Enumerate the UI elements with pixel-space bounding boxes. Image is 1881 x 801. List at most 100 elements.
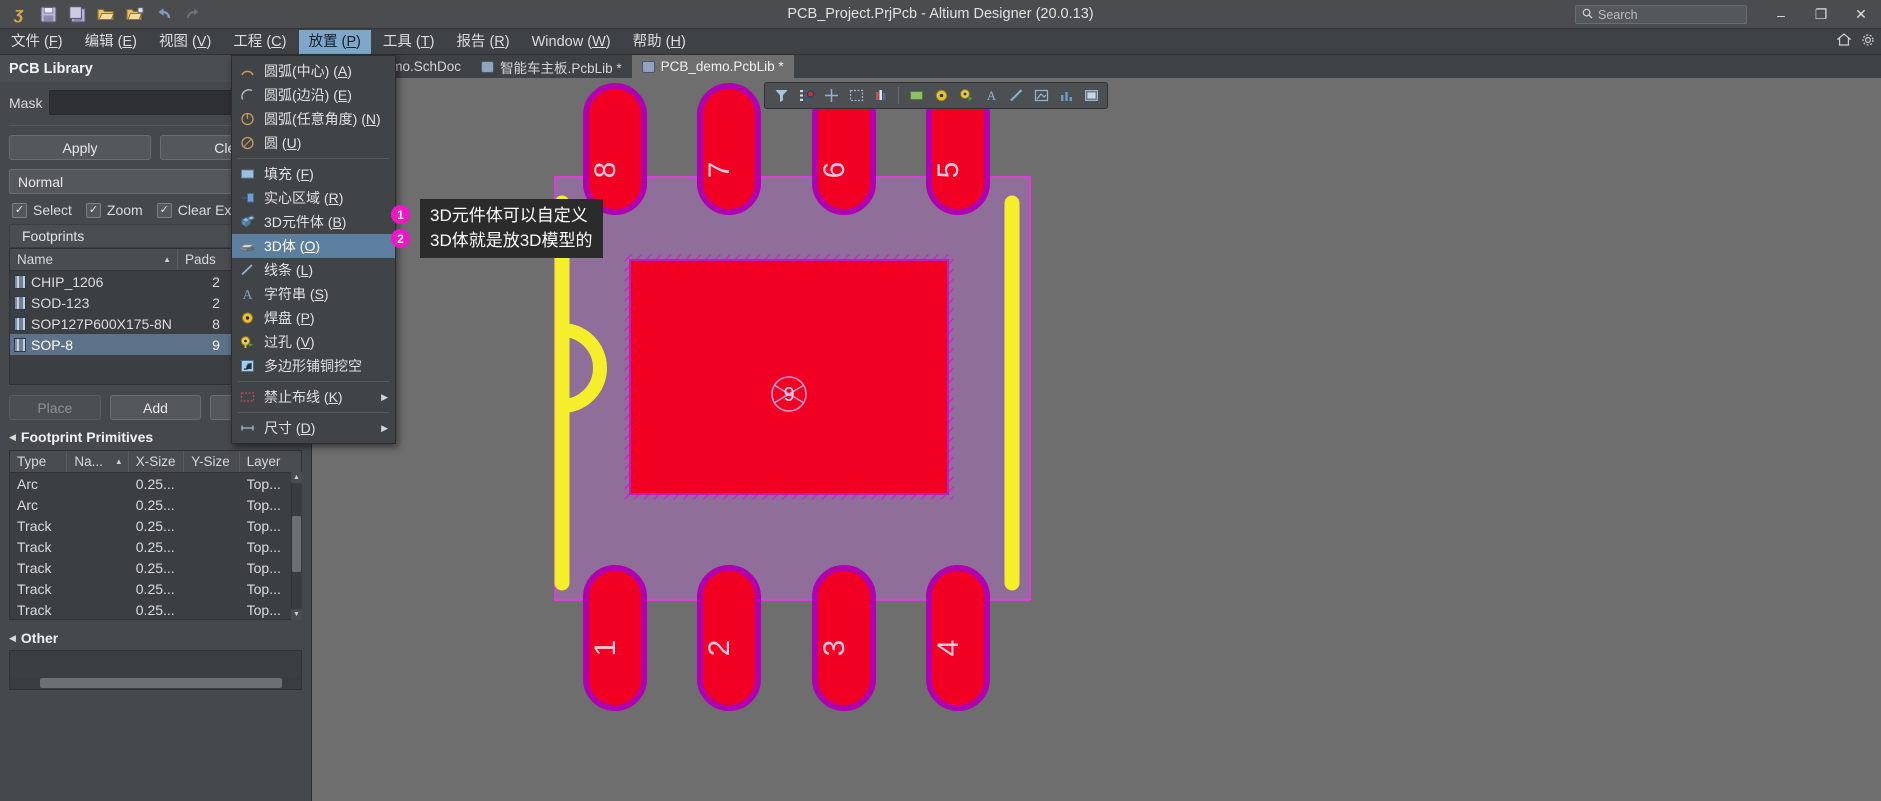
apply-button[interactable]: Apply: [9, 135, 151, 160]
pcb-canvas[interactable]: 9 8 7 6 5 1 2 3 4 A: [312, 78, 1881, 801]
checkbox-select-box[interactable]: ✓: [12, 202, 27, 218]
chart-icon[interactable]: [1055, 85, 1077, 106]
menu-item-3d-body[interactable]: 3D体 (O): [232, 234, 395, 258]
region-icon[interactable]: [1030, 85, 1052, 106]
pad-icon: [236, 309, 258, 327]
pad-label-4: 4: [932, 640, 965, 657]
arrange-icon[interactable]: [795, 85, 817, 106]
redo-icon[interactable]: [180, 3, 206, 26]
primitive-xsize: 0.25...: [135, 559, 175, 576]
checkbox-zoom[interactable]: ✓ Zoom: [85, 202, 143, 218]
primitives-col-layer[interactable]: Layer: [240, 451, 301, 472]
string-icon[interactable]: A: [980, 85, 1002, 106]
primitive-row[interactable]: Track 0.25... Top...: [10, 557, 301, 578]
collapse-triangle-icon[interactable]: ◀: [9, 432, 16, 443]
3d-body-icon[interactable]: [1080, 85, 1102, 106]
search-input[interactable]: Search: [1575, 5, 1747, 24]
menu-item-7[interactable]: Window (W): [522, 30, 621, 54]
document-tab[interactable]: 智能车主板.PcbLib *: [471, 55, 632, 78]
menu-item-label: 过孔 (V): [264, 334, 315, 350]
menu-item-0[interactable]: 文件 (F): [1, 30, 73, 54]
select-area-icon[interactable]: [845, 85, 867, 106]
menu-item-3d-component-body[interactable]: 3D元件体 (B): [232, 210, 395, 234]
primitive-row[interactable]: Arc 0.25... Top...: [10, 494, 301, 515]
add-button[interactable]: Add: [109, 395, 202, 420]
place-button[interactable]: Place: [9, 395, 101, 420]
filter-icon[interactable]: [770, 85, 792, 106]
other-section-title: Other: [20, 630, 59, 646]
altium-logo-icon[interactable]: ʒ: [6, 3, 32, 26]
menu-item-1[interactable]: 编辑 (E): [75, 30, 147, 54]
menu-item-circle[interactable]: 圆 (U): [232, 131, 395, 155]
primitive-row[interactable]: Track 0.25... Top...: [10, 515, 301, 536]
menu-item-arc-any-angle[interactable]: 圆弧(任意角度) (N): [232, 107, 395, 131]
primitives-col-type[interactable]: Type: [10, 451, 68, 472]
footprint-icon: [14, 274, 26, 289]
primitive-row[interactable]: Track 0.25... Top...: [10, 578, 301, 599]
pcblib-icon: [481, 60, 495, 73]
pad-label-3: 3: [818, 640, 851, 657]
menu-item-4[interactable]: 放置 (P): [298, 29, 371, 54]
menu-item-arc-center[interactable]: 圆弧(中心) (A): [232, 59, 395, 83]
menu-item-line[interactable]: 线条 (L): [232, 258, 395, 282]
menu-item-polygon-cutout[interactable]: 多边形铺铜挖空: [232, 354, 395, 378]
close-button[interactable]: ✕: [1841, 0, 1881, 29]
pcb-footprint-drawing: 9 8 7 6 5 1 2 3 4: [554, 83, 1031, 711]
other-hscrollbar[interactable]: [10, 677, 301, 689]
undo-icon[interactable]: [151, 3, 177, 26]
primitives-col-xsize[interactable]: X-Size: [129, 451, 185, 472]
menu-item-string[interactable]: A 字符串 (S): [232, 282, 395, 306]
sort-asc-icon: ▲: [163, 255, 171, 264]
document-tab[interactable]: PCB_demo.PcbLib *: [631, 55, 794, 78]
footprints-col-name[interactable]: Name ▲: [10, 249, 178, 270]
scroll-up-arrow-icon[interactable]: ▲: [291, 472, 302, 483]
svg-text:A: A: [242, 288, 253, 301]
primitive-row[interactable]: Track 0.25... Top...: [10, 536, 301, 557]
checkbox-select[interactable]: ✓ Select: [12, 202, 72, 218]
home-icon[interactable]: [1836, 33, 1852, 50]
fill-icon[interactable]: [905, 85, 927, 106]
menu-item-3[interactable]: 工程 (C): [223, 30, 296, 54]
scroll-down-arrow-icon[interactable]: ▼: [291, 609, 302, 620]
primitive-type: Arc: [17, 496, 38, 513]
open-project-icon[interactable]: [122, 3, 148, 26]
save-all-icon[interactable]: [64, 3, 90, 26]
menu-item-via[interactable]: 过孔 (V): [232, 330, 395, 354]
checkbox-zoom-box[interactable]: ✓: [85, 202, 101, 218]
maximize-button[interactable]: ❐: [1801, 0, 1841, 29]
via-icon[interactable]: [955, 85, 977, 106]
save-icon[interactable]: [35, 3, 61, 26]
menu-item-arc-edge[interactable]: 圆弧(边沿) (E): [232, 83, 395, 107]
crosshair-icon[interactable]: [820, 85, 842, 106]
polygon-cutout-icon: [236, 357, 258, 375]
measure-icon[interactable]: [870, 85, 892, 106]
primitive-row[interactable]: Arc 0.25... Top...: [10, 473, 301, 494]
pad-icon[interactable]: [930, 85, 952, 106]
menu-item-keepout[interactable]: 禁止布线 (K) ▶: [232, 385, 395, 409]
circle-icon: [236, 134, 258, 152]
pcb-floating-toolbar: A: [764, 82, 1108, 109]
other-section-header[interactable]: ◀ Other: [0, 620, 311, 650]
menu-item-5[interactable]: 工具 (T): [373, 30, 445, 54]
menu-item-8[interactable]: 帮助 (H): [623, 30, 696, 54]
scrollbar-thumb[interactable]: [292, 516, 301, 572]
primitives-col-ysize[interactable]: Y-Size: [184, 451, 240, 472]
line-icon[interactable]: [1005, 85, 1027, 106]
footprint-primitives-title: Footprint Primitives: [20, 429, 154, 445]
menu-item-pad[interactable]: 焊盘 (P): [232, 306, 395, 330]
settings-icon[interactable]: [1861, 33, 1875, 50]
footprint-name: SOP-8: [31, 336, 74, 353]
primitive-row[interactable]: Track 0.25... Top...: [10, 599, 301, 619]
menu-item-fill[interactable]: 填充 (F): [232, 162, 395, 186]
minimize-button[interactable]: –: [1761, 0, 1801, 29]
other-hscrollbar-thumb[interactable]: [40, 678, 282, 688]
menu-item-2[interactable]: 视图 (V): [149, 30, 221, 54]
primitives-col-name[interactable]: Na... ▲: [67, 451, 129, 472]
menu-item-dimension[interactable]: 尺寸 (D) ▶: [232, 416, 395, 440]
menu-item-6[interactable]: 报告 (R): [446, 30, 519, 54]
collapse-triangle-icon[interactable]: ◀: [9, 633, 16, 644]
menu-item-solid-region[interactable]: 实心区域 (R): [232, 186, 395, 210]
primitives-scrollbar[interactable]: ▲ ▼: [291, 472, 302, 620]
checkbox-clear-existing-box[interactable]: ✓: [156, 202, 172, 218]
open-icon[interactable]: [93, 3, 119, 26]
